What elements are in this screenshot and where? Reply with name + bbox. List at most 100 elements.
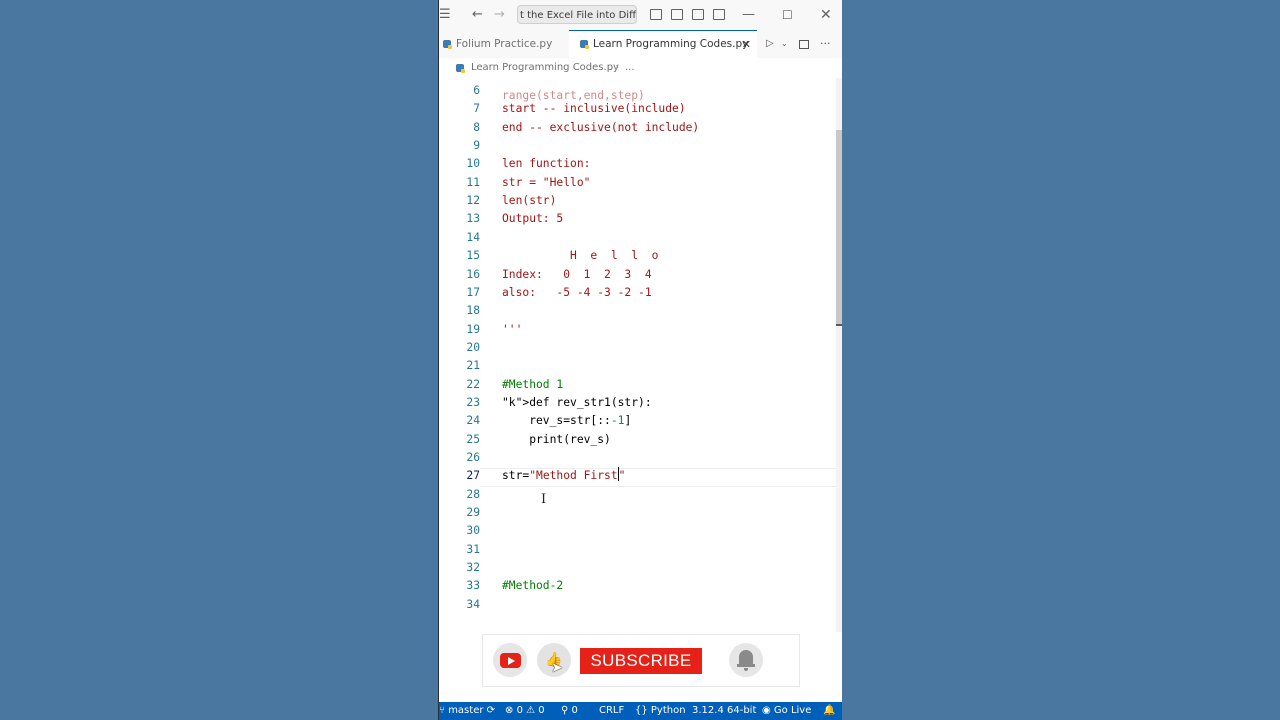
- close-tab-icon[interactable]: ✕: [742, 31, 751, 58]
- code-line: 19 ''': [439, 321, 842, 339]
- line-number: 10: [466, 157, 480, 171]
- code-line: 7 start -- inclusive(include): [439, 100, 842, 118]
- line-number: 30: [466, 524, 480, 538]
- editor-tab-bar: Folium Practice.py Learn Programming Cod…: [439, 30, 842, 59]
- code-line: 29: [439, 504, 842, 522]
- command-center-search[interactable]: t the Excel File into Diff She: [517, 5, 637, 24]
- line-ending[interactable]: CRLF: [599, 702, 624, 720]
- bell-icon[interactable]: [729, 643, 763, 677]
- code-line: 12 len(str): [439, 192, 842, 210]
- branch-name: master: [448, 705, 484, 716]
- code-line: 31: [439, 541, 842, 559]
- code-line: 9: [439, 137, 842, 155]
- breadcrumb-more[interactable]: ...: [625, 58, 635, 78]
- ports-indicator[interactable]: ⚲ 0: [561, 702, 578, 720]
- code-text: str = "Hello": [502, 175, 591, 189]
- code-line: 11 str = "Hello": [439, 174, 842, 192]
- line-number: 27: [466, 469, 480, 483]
- code-line: 28: [439, 486, 842, 504]
- code-line: 13 Output: 5: [439, 210, 842, 228]
- code-line: 27 str="Method First": [439, 467, 842, 485]
- code-line: 10 len function:: [439, 155, 842, 173]
- line-number: 23: [466, 395, 480, 409]
- line-number: 32: [466, 561, 480, 575]
- problems-indicator[interactable]: ⊗ 0 ⚠ 0: [505, 702, 545, 720]
- code-line: 14: [439, 229, 842, 247]
- code-editor[interactable]: range(start,end,step) 6 7 start -- inclusi…: [439, 78, 842, 632]
- line-number: 18: [466, 304, 480, 318]
- line-number: 34: [466, 597, 480, 611]
- code-text: start -- inclusive(include): [502, 102, 686, 116]
- language-label: Python: [650, 705, 686, 716]
- chevron-down-icon[interactable]: ⌄: [781, 30, 788, 58]
- split-editor-icon[interactable]: [799, 40, 809, 49]
- code-line: 8 end -- exclusive(not include): [439, 119, 842, 137]
- code-text: also: -5 -4 -3 -2 -1: [502, 285, 652, 299]
- line-number: 25: [466, 432, 480, 446]
- youtube-logo-icon[interactable]: [493, 643, 527, 677]
- subscribe-overlay: 👍 SUBSCRIBE ➤: [482, 634, 800, 687]
- forward-arrow-icon[interactable]: →: [494, 7, 505, 23]
- line-number: 13: [466, 212, 480, 226]
- python-interpreter[interactable]: 3.12.4 64-bit: [692, 702, 756, 720]
- line-number: 28: [466, 487, 480, 501]
- search-text: t the Excel File into Diff She: [520, 10, 636, 21]
- code-line: 15 H e l l o: [439, 247, 842, 265]
- vscode-window: ☰ ← → t the Excel File into Diff She — ☐…: [438, 0, 842, 720]
- code-line: 33 #Method-2: [439, 577, 842, 595]
- code-line: 21: [439, 357, 842, 375]
- source-control-branch[interactable]: ⑂ master ⟳: [439, 702, 495, 720]
- close-icon[interactable]: ✕: [820, 7, 832, 23]
- breadcrumb-file[interactable]: Learn Programming Codes.py: [471, 58, 619, 78]
- notifications-icon[interactable]: 🔔: [823, 702, 835, 720]
- python-file-icon: [456, 64, 465, 73]
- code-text: len function:: [502, 157, 591, 171]
- tab-folium-practice[interactable]: Folium Practice.py: [443, 30, 565, 58]
- scrollbar-cursor-marker: [836, 324, 842, 326]
- code-line: 24 rev_s=str[::-1]: [439, 412, 842, 430]
- back-arrow-icon[interactable]: ←: [472, 7, 483, 23]
- line-number: 7: [473, 102, 480, 116]
- tab-label: Folium Practice.py: [456, 38, 553, 50]
- line-number: 31: [466, 542, 480, 556]
- run-python-icon[interactable]: ▷: [766, 30, 774, 58]
- minimize-icon[interactable]: —: [742, 7, 755, 23]
- code-text: rev_s=str[::-1]: [502, 414, 632, 428]
- line-number: 24: [466, 414, 480, 428]
- scrollbar-thumb[interactable]: [836, 130, 842, 325]
- toggle-secondary-sidebar-icon[interactable]: [692, 9, 704, 20]
- code-line: 25 print(rev_s): [439, 431, 842, 449]
- subscribe-button[interactable]: SUBSCRIBE: [580, 648, 702, 674]
- code-line: 22 #Method 1: [439, 376, 842, 394]
- line-number: 14: [466, 230, 480, 244]
- menu-icon[interactable]: ☰: [439, 7, 451, 23]
- line-number: 26: [466, 451, 480, 464]
- line-number: 29: [466, 506, 480, 520]
- tab-learn-programming-codes[interactable]: Learn Programming Codes.py ✕: [569, 30, 757, 58]
- code-line: 34: [439, 596, 842, 614]
- text-cursor-icon: I: [541, 492, 547, 507]
- toggle-panel-icon[interactable]: [671, 9, 683, 20]
- code-text: print(rev_s): [502, 432, 611, 446]
- language-mode[interactable]: {} Python: [635, 702, 686, 720]
- customize-layout-icon[interactable]: [713, 9, 725, 20]
- code-line: 30: [439, 522, 842, 540]
- code-text: H e l l o: [502, 249, 659, 263]
- line-number: 20: [466, 340, 480, 354]
- go-live-button[interactable]: ◉ Go Live: [762, 702, 811, 720]
- code-line: 17 also: -5 -4 -3 -2 -1: [439, 284, 842, 302]
- python-file-icon: [580, 40, 589, 49]
- toggle-primary-sidebar-icon[interactable]: [650, 9, 662, 20]
- code-text: Index: 0 1 2 3 4: [502, 267, 652, 281]
- breadcrumb: Learn Programming Codes.py › ...: [439, 58, 842, 78]
- code-line: 20: [439, 339, 842, 357]
- line-number: 8: [473, 120, 480, 134]
- line-number: 22: [466, 377, 480, 391]
- more-actions-icon[interactable]: ···: [820, 30, 831, 58]
- line-number: 9: [473, 139, 480, 153]
- code-text: Output: 5: [502, 212, 564, 226]
- maximize-icon[interactable]: ☐: [782, 7, 793, 23]
- code-text: "k">def rev_str1(str):: [502, 395, 652, 409]
- code-text: len(str): [502, 194, 557, 208]
- code-line: 16 Index: 0 1 2 3 4: [439, 266, 842, 284]
